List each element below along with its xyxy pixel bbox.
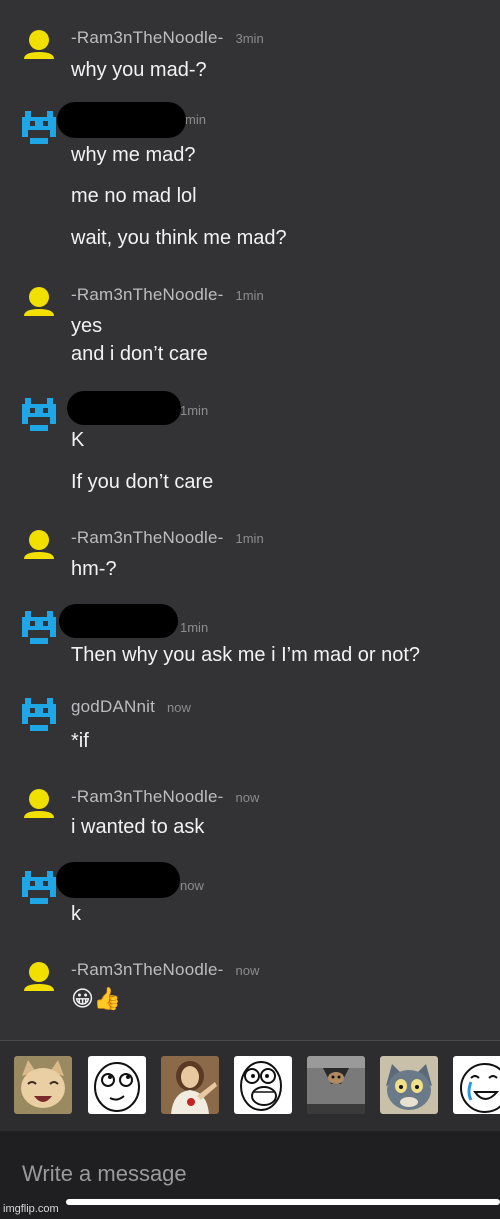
robot-avatar-icon[interactable] [22,697,56,731]
message-text: i wanted to ask [71,816,205,838]
message-header: -Ram3nTheNoodle-now [71,960,259,980]
message-text: why you mad-? [71,59,207,81]
unsettled-tom-sticker-icon[interactable] [380,1056,438,1114]
message-text: yes [71,315,103,337]
timestamp: 1min [180,620,209,635]
timestamp: now [235,963,260,978]
sticker-tray [0,1041,500,1131]
message-text: k [71,903,81,925]
thinking-rage-face-sticker-icon[interactable] [88,1056,146,1114]
message-text: why me mad? [71,144,196,166]
author-name[interactable]: godDANnit [71,697,155,716]
message-text: me no mad lol [71,185,197,207]
message-text: Then why you ask me i I’m mad or not? [71,644,421,666]
author-name[interactable]: -Ram3nTheNoodle- [71,528,224,547]
ceiling-cat-sticker-icon[interactable] [307,1056,365,1114]
message-header: -Ram3nTheNoodle- 1min [71,285,264,305]
tears-of-joy-rage-face-sticker-icon[interactable] [453,1056,500,1114]
user-avatar-icon[interactable] [22,285,56,319]
message-text: hm-? [71,558,117,580]
message-input[interactable]: Write a message [22,1161,187,1187]
message-header: -Ram3nTheNoodle- 3min [71,28,264,48]
author-name[interactable]: -Ram3nTheNoodle- [71,285,224,304]
timestamp: now [235,790,260,805]
author-name[interactable]: -Ram3nTheNoodle- [71,960,224,979]
robot-avatar-icon[interactable] [22,110,56,144]
message-text: *if [71,730,89,752]
buddy-christ-sticker-icon[interactable] [161,1056,219,1114]
redacted-username [57,102,186,138]
message-text: If you don’t care [71,471,214,493]
timestamp: 1min [235,288,264,303]
chat-thread: -Ram3nTheNoodle- 3min why you mad-? min w… [0,0,500,1040]
timestamp: now [180,878,204,893]
timestamp: 3min [235,31,264,46]
message-text: K [71,429,85,451]
user-avatar-icon[interactable] [22,787,56,821]
author-name[interactable]: -Ram3nTheNoodle- [71,787,224,806]
user-avatar-icon[interactable] [22,28,56,62]
timestamp: 1min [235,531,264,546]
timestamp: now [167,700,191,715]
timestamp: 1min [180,403,209,418]
robot-avatar-icon[interactable] [22,610,56,644]
message-header: -Ram3nTheNoodle-now [71,787,259,807]
message-composer: Write a message [0,1131,500,1219]
user-avatar-icon[interactable] [22,528,56,562]
user-avatar-icon[interactable] [22,960,56,994]
redacted-username [67,391,181,425]
robot-avatar-icon[interactable] [22,870,56,904]
home-indicator[interactable] [66,1199,500,1205]
lol-rage-face-sticker-icon[interactable] [234,1056,292,1114]
author-name[interactable]: -Ram3nTheNoodle- [71,28,224,47]
watermark: imgflip.com [3,1203,59,1215]
message-text: wait, you think me mad? [71,227,287,249]
happy-cat-sticker-icon[interactable] [14,1056,72,1114]
timestamp: min [185,112,206,127]
robot-avatar-icon[interactable] [22,397,56,431]
message-header: godDANnit now [71,697,191,717]
redacted-username [56,862,180,898]
message-emoji: 😀👍 [71,986,122,1011]
redacted-username [59,604,178,638]
message-header: -Ram3nTheNoodle- 1min [71,528,264,548]
message-text: and i don’t care [71,343,208,365]
